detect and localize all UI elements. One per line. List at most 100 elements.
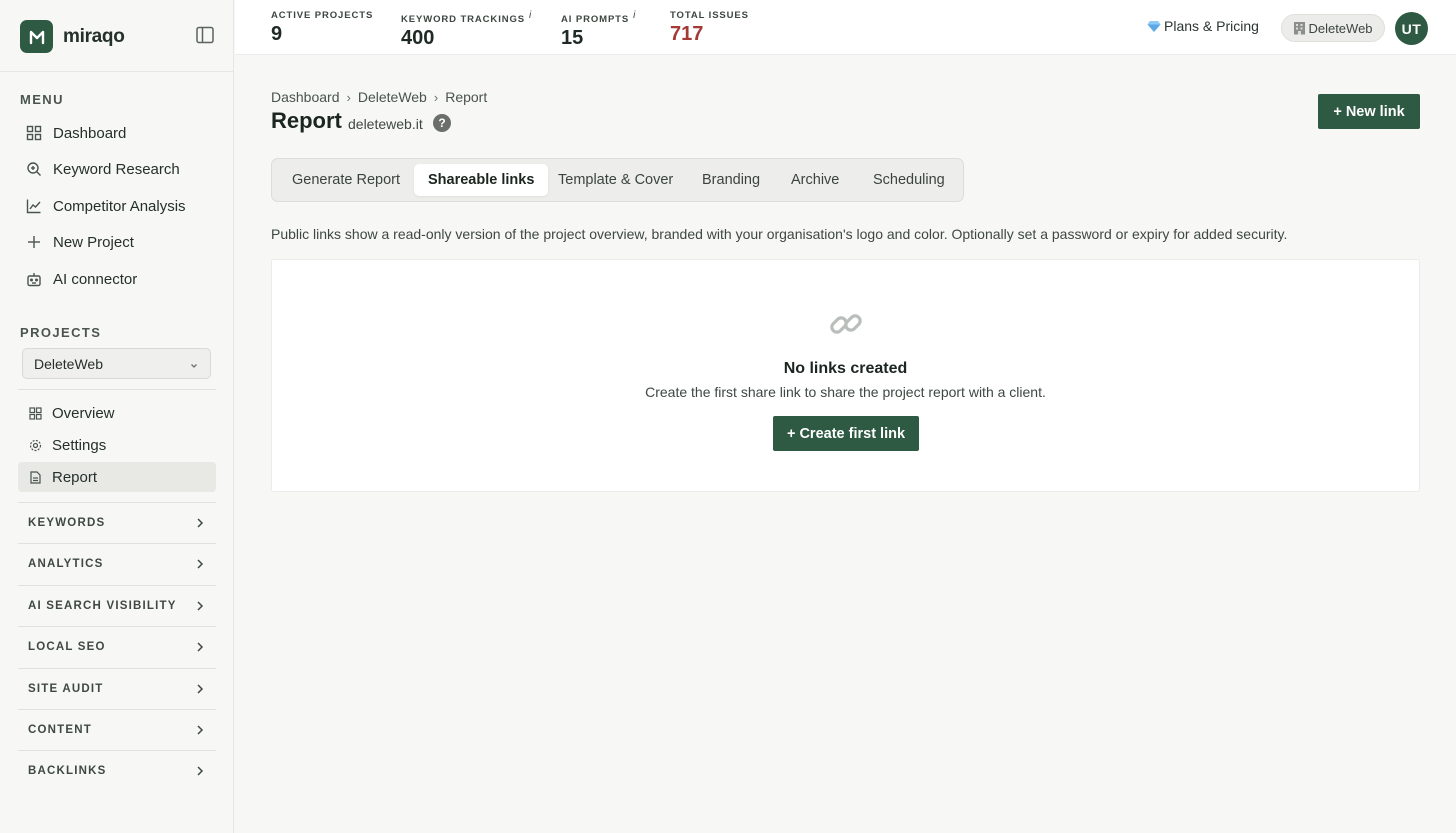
group-content[interactable]: CONTENT [18, 709, 216, 750]
grid-icon [25, 125, 42, 142]
info-icon[interactable]: i [529, 10, 532, 21]
chevron-right-icon [195, 724, 205, 739]
menu-section-label: MENU [20, 92, 64, 107]
info-icon[interactable]: i [633, 10, 636, 21]
sidebar-toggle-icon[interactable] [195, 26, 215, 44]
breadcrumb-current: Report [445, 89, 488, 105]
nav-item-label: AI connector [53, 270, 138, 288]
stat-label: KEYWORD TRACKINGS i [401, 10, 533, 26]
tab-scheduling[interactable]: Scheduling [859, 164, 959, 196]
nav-item-label: New Project [53, 233, 134, 251]
file-icon [28, 470, 42, 484]
group-local-seo[interactable]: LOCAL SEO [18, 626, 216, 667]
nav-item-new-project[interactable]: New Project [18, 226, 216, 258]
robot-icon [25, 271, 42, 288]
chevron-right-icon [195, 558, 205, 573]
nav-item-label: Keyword Research [53, 160, 180, 178]
stat-value: 717 [670, 23, 704, 45]
tab-branding[interactable]: Branding [688, 164, 774, 196]
line-chart-icon [25, 198, 42, 215]
project-item-settings[interactable]: Settings [18, 430, 216, 460]
stat-label: TOTAL ISSUES [670, 10, 749, 21]
stat-active-projects: ACTIVE PROJECTS 9 [271, 10, 373, 46]
group-label: ANALYTICS [28, 558, 104, 570]
nav-item-ai-connector[interactable]: AI connector [18, 263, 216, 295]
chevron-right-icon [195, 765, 205, 780]
sidebar: miraqo MENU Dashboard Keyword Research C… [0, 0, 234, 833]
project-select-value: DeleteWeb [34, 355, 104, 372]
tab-generate-report[interactable]: Generate Report [278, 164, 414, 196]
group-label: SITE AUDIT [28, 683, 104, 695]
stat-label: ACTIVE PROJECTS [271, 10, 374, 21]
stat-value: 15 [561, 27, 584, 50]
avatar[interactable]: UT [1395, 12, 1428, 45]
stat-value: 400 [401, 27, 435, 50]
chevron-right-icon [195, 641, 205, 656]
group-site-audit[interactable]: SITE AUDIT [18, 668, 216, 709]
create-first-link-button[interactable]: + Create first link [773, 416, 919, 451]
group-keywords[interactable]: KEYWORDS [18, 502, 216, 543]
report-tabs: Generate Report Shareable links Template… [271, 158, 964, 202]
project-select[interactable]: DeleteWeb [22, 348, 211, 379]
project-item-label: Settings [52, 436, 107, 454]
brand-name: miraqo [63, 25, 125, 47]
nav-item-label: Competitor Analysis [53, 197, 186, 215]
projects-section-label: PROJECTS [20, 325, 102, 340]
tab-archive[interactable]: Archive [777, 164, 853, 196]
brand[interactable]: miraqo [20, 20, 125, 53]
group-analytics[interactable]: ANALYTICS [18, 543, 216, 584]
help-icon[interactable]: ? [433, 114, 451, 132]
empty-state-title: No links created [783, 360, 908, 377]
group-backlinks[interactable]: BACKLINKS [18, 750, 216, 791]
gem-icon [1147, 20, 1161, 33]
workspace-switcher[interactable]: DeleteWeb [1281, 14, 1385, 42]
shareable-links-description: Public links show a read-only version of… [271, 226, 1288, 242]
project-item-report[interactable]: Report [18, 462, 216, 492]
stat-keyword-trackings: KEYWORD TRACKINGS i 400 [401, 10, 532, 50]
breadcrumb-dashboard[interactable]: Dashboard [271, 89, 340, 105]
gear-icon [28, 438, 42, 452]
group-label: LOCAL SEO [28, 641, 106, 653]
group-label: AI SEARCH VISIBILITY [28, 600, 177, 612]
nav-item-label: Dashboard [53, 124, 127, 142]
stat-ai-prompts: AI PROMPTS i 15 [561, 10, 636, 50]
tab-template-cover[interactable]: Template & Cover [544, 164, 687, 196]
stat-label: AI PROMPTS i [561, 10, 637, 26]
plus-icon [25, 234, 42, 251]
divider [0, 71, 234, 72]
nav-item-dashboard[interactable]: Dashboard [18, 117, 216, 149]
plans-pricing-label: Plans & Pricing [1164, 18, 1259, 34]
chevron-down-icon [189, 358, 199, 374]
building-icon [1293, 21, 1306, 35]
group-label: CONTENT [28, 724, 92, 736]
breadcrumb: Dashboard › DeleteWeb › Report [271, 89, 487, 105]
new-link-button[interactable]: + New link [1318, 94, 1420, 129]
chevron-right-icon: › [433, 89, 439, 105]
divider [18, 389, 216, 390]
project-item-label: Overview [52, 404, 115, 422]
leaf-m-icon [20, 20, 53, 53]
breadcrumb-project[interactable]: DeleteWeb [358, 89, 427, 105]
project-domain: deleteweb.it [348, 116, 423, 132]
nav-item-competitor-analysis[interactable]: Competitor Analysis [18, 190, 216, 222]
empty-state-card: No links created Create the first share … [271, 259, 1420, 492]
stat-total-issues: TOTAL ISSUES 717 [670, 10, 749, 46]
project-item-overview[interactable]: Overview [18, 398, 216, 428]
tab-shareable-links[interactable]: Shareable links [414, 164, 549, 196]
group-label: KEYWORDS [28, 517, 106, 529]
chevron-right-icon [195, 683, 205, 698]
search-icon [25, 161, 42, 178]
grid-icon [28, 406, 42, 420]
workspace-label: DeleteWeb [1308, 20, 1373, 36]
empty-state-subtitle: Create the first share link to share the… [645, 384, 1046, 400]
nav-item-keyword-research[interactable]: Keyword Research [18, 153, 216, 185]
page-title: Report [271, 108, 342, 133]
stat-value: 9 [271, 23, 283, 45]
top-bar: ACTIVE PROJECTS 9 KEYWORD TRACKINGS i 400… [235, 0, 1456, 55]
plans-pricing-link[interactable]: Plans & Pricing [1147, 18, 1259, 34]
group-ai-search-visibility[interactable]: AI SEARCH VISIBILITY [18, 585, 216, 626]
project-item-label: Report [52, 468, 98, 486]
chevron-right-icon [195, 600, 205, 615]
link-icon [827, 305, 865, 343]
group-label: BACKLINKS [28, 765, 107, 777]
